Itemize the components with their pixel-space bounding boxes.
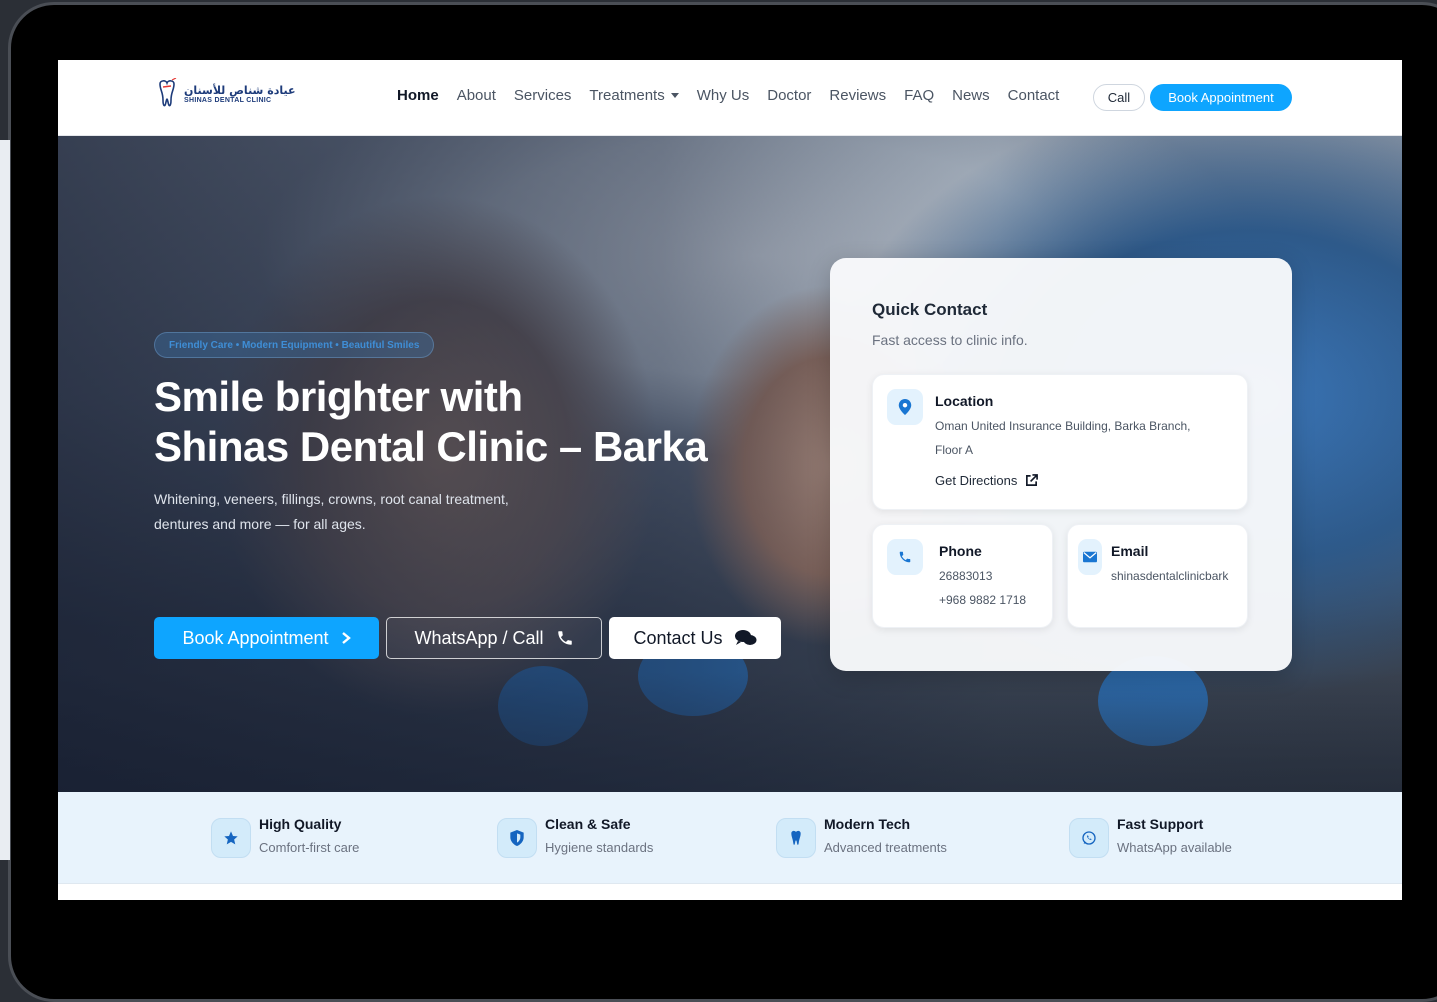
envelope-icon — [1083, 551, 1097, 563]
whatsapp-icon-box — [1069, 818, 1109, 858]
email-icon-box — [1078, 539, 1102, 575]
feature-subtitle: Comfort-first care — [259, 840, 360, 855]
hero-subtitle-line2: dentures and more — for all ages. — [154, 516, 366, 532]
hero-contact-label: Contact Us — [633, 627, 723, 648]
hero-title-line2: Shinas Dental Clinic – Barka — [154, 423, 708, 470]
location-card: Location Oman United Insurance Building,… — [872, 374, 1248, 510]
feature-title: Fast Support — [1117, 816, 1204, 832]
quick-contact-subtitle: Fast access to clinic info. — [872, 332, 1028, 348]
hero-title-line1: Smile brighter with — [154, 373, 523, 420]
nav-doctor-label: Doctor — [767, 87, 812, 104]
phone-title: Phone — [939, 543, 982, 559]
shield-icon — [510, 830, 524, 846]
shield-icon-box — [497, 818, 537, 858]
feature-title: Modern Tech — [824, 816, 911, 832]
nav-contact-label: Contact — [1007, 87, 1060, 104]
tooth-icon — [791, 830, 801, 845]
book-appointment-nav-button[interactable]: Book Appointment — [1150, 84, 1292, 111]
nav-contact[interactable]: Contact — [1008, 87, 1060, 104]
get-directions-link[interactable]: Get Directions — [935, 473, 1039, 488]
call-button[interactable]: Call — [1093, 84, 1145, 111]
hero-tagline-badge: Friendly Care • Modern Equipment • Beaut… — [154, 332, 435, 358]
phone-number-1[interactable]: 26883013 — [939, 564, 992, 588]
phone-number-2[interactable]: +968 9882 1718 — [939, 588, 1026, 612]
hero-subtitle-line1: Whitening, veneers, fillings, crowns, ro… — [154, 491, 509, 507]
location-address-line1: Oman United Insurance Building, Barka Br… — [935, 419, 1191, 433]
nav-news[interactable]: News — [952, 87, 990, 104]
feature-clean-safe: Clean & Safe Hygiene standards — [497, 816, 654, 858]
clinic-logo[interactable]: عيادة شناص للأسنان SHINAS DENTAL CLINIC — [156, 78, 295, 112]
nav-home[interactable]: Home — [397, 87, 439, 104]
feature-subtitle: WhatsApp available — [1117, 840, 1232, 855]
hero-whatsapp-call-button[interactable]: WhatsApp / Call — [386, 617, 602, 659]
whatsapp-icon — [1082, 831, 1096, 845]
logo-english-name: SHINAS DENTAL CLINIC — [184, 97, 272, 105]
nav-services-label: Services — [513, 87, 572, 104]
hero-section: Friendly Care • Modern Equipment • Beaut… — [58, 136, 1402, 792]
chat-bubbles-icon — [734, 630, 757, 645]
phone-icon — [899, 551, 911, 563]
hero-title: Smile brighter with Shinas Dental Clinic… — [154, 372, 754, 472]
email-address[interactable]: shinasdentalclinicbark — [1111, 564, 1228, 588]
feature-title: High Quality — [259, 816, 342, 832]
nav-treatments[interactable]: Treatments — [589, 87, 679, 104]
email-card[interactable]: Email shinasdentalclinicbark — [1067, 524, 1248, 628]
quick-contact-title: Quick Contact — [872, 300, 988, 319]
star-icon-box — [211, 818, 251, 858]
nav-about-label: About — [456, 87, 496, 104]
browser-screen: عيادة شناص للأسنان SHINAS DENTAL CLINIC … — [58, 60, 1402, 900]
nav-services[interactable]: Services — [514, 87, 572, 104]
tooth-icon-box — [776, 818, 816, 858]
get-directions-label: Get Directions — [935, 473, 1018, 488]
location-icon-box — [887, 389, 923, 425]
chevron-right-icon — [341, 632, 351, 644]
nav-treatments-label: Treatments — [589, 87, 665, 104]
feature-modern-tech: Modern Tech Advanced treatments — [776, 816, 947, 858]
nav-faq-label: FAQ — [904, 87, 935, 104]
nav-why-us[interactable]: Why Us — [697, 87, 750, 104]
hero-book-label: Book Appointment — [182, 627, 329, 648]
hero-subtitle: Whitening, veneers, fillings, crowns, ro… — [154, 487, 594, 537]
nav-reviews[interactable]: Reviews — [829, 87, 886, 104]
map-pin-icon — [898, 399, 912, 415]
hero-whatsapp-label: WhatsApp / Call — [414, 627, 544, 648]
feature-fast-support: Fast Support WhatsApp available — [1069, 816, 1232, 858]
nav-why-us-label: Why Us — [696, 87, 750, 104]
hero-contact-us-button[interactable]: Contact Us — [609, 617, 781, 659]
phone-icon-box — [887, 539, 923, 575]
location-address-line2: Floor A — [935, 443, 974, 457]
tooth-logo-icon — [159, 78, 177, 107]
caret-down-icon — [670, 93, 679, 98]
nav-faq[interactable]: FAQ — [904, 87, 934, 104]
features-strip: High Quality Comfort-first care Clean & … — [58, 792, 1402, 884]
background-window-edge — [0, 140, 10, 860]
feature-subtitle: Advanced treatments — [824, 840, 947, 855]
nav-doctor[interactable]: Doctor — [767, 87, 811, 104]
quick-contact-panel: Quick Contact Fast access to clinic info… — [830, 258, 1292, 671]
feature-subtitle: Hygiene standards — [545, 840, 654, 855]
main-menu: Home About Services Treatments Why Us Do… — [397, 87, 1077, 104]
logo-arabic-name: عيادة شناص للأسنان — [184, 84, 296, 98]
nav-news-label: News — [952, 87, 990, 104]
nav-about[interactable]: About — [457, 87, 496, 104]
location-title: Location — [935, 393, 994, 409]
top-navbar: عيادة شناص للأسنان SHINAS DENTAL CLINIC … — [58, 60, 1402, 136]
star-icon — [224, 831, 238, 845]
feature-title: Clean & Safe — [545, 816, 631, 832]
phone-card[interactable]: Phone 26883013 +968 9882 1718 — [872, 524, 1053, 628]
phone-icon — [557, 631, 572, 645]
email-title: Email — [1111, 543, 1149, 559]
nav-reviews-label: Reviews — [829, 87, 887, 104]
next-section-edge — [58, 884, 1402, 900]
nav-home-label: Home — [397, 87, 439, 104]
feature-high-quality: High Quality Comfort-first care — [211, 816, 360, 858]
external-link-icon — [1026, 474, 1039, 486]
hero-book-appointment-button[interactable]: Book Appointment — [154, 617, 379, 659]
